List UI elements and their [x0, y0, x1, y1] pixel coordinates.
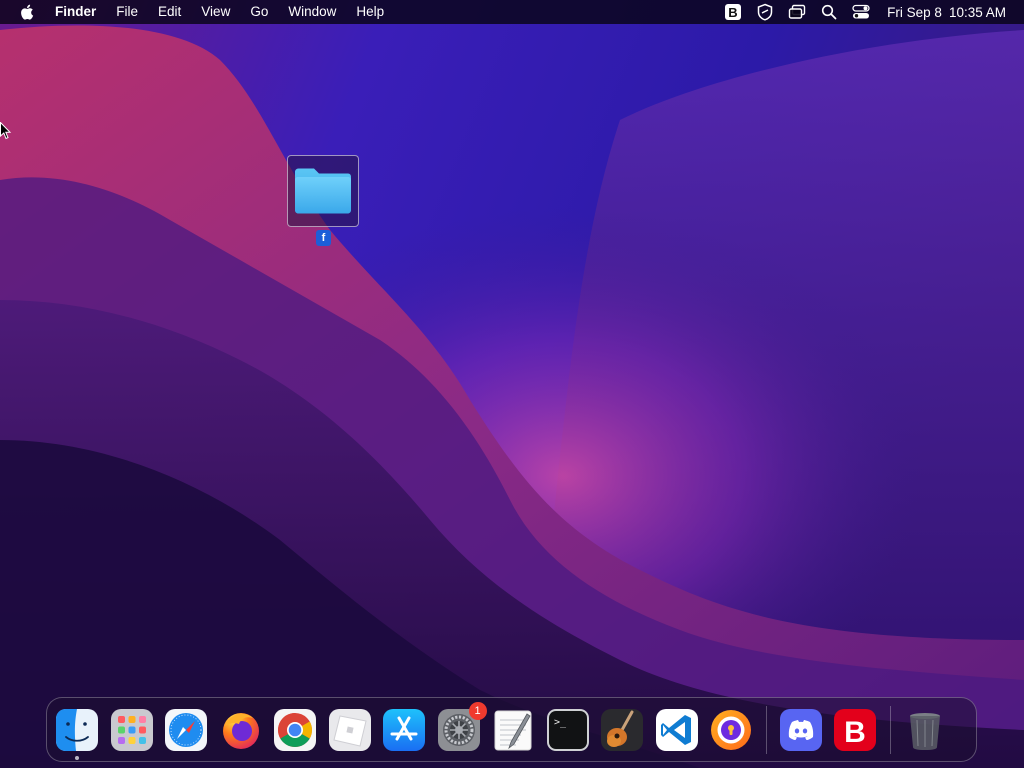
dock-separator: [765, 705, 767, 754]
dock-terminal[interactable]: >_: [546, 708, 590, 752]
dock-avast-browser[interactable]: [709, 708, 753, 752]
clock-date: Fri Sep 8: [887, 4, 942, 20]
dock-safari[interactable]: [164, 708, 208, 752]
menu-bar: Finder File Edit View Go Window Help B F…: [0, 0, 1024, 24]
discord-icon: [779, 708, 822, 751]
avast-browser-icon: [711, 709, 751, 750]
dock-finder[interactable]: [55, 708, 99, 760]
dock-textedit[interactable]: [491, 708, 535, 752]
menu-bar-clock[interactable]: Fri Sep 8 10:35 AM: [887, 5, 1006, 20]
clock-time: 10:35 AM: [948, 4, 1006, 20]
dock-firefox[interactable]: [219, 708, 263, 752]
svg-text:B: B: [844, 716, 866, 749]
apple-logo-icon[interactable]: [19, 4, 35, 20]
screen-mirroring-icon[interactable]: [788, 3, 806, 21]
bitdefender-icon: B: [834, 708, 876, 751]
menu-view[interactable]: View: [191, 0, 240, 24]
bitwarden-b-icon[interactable]: B: [724, 3, 742, 21]
menu-window[interactable]: Window: [278, 0, 346, 24]
dock-trash[interactable]: [903, 708, 947, 752]
safari-icon: [165, 708, 207, 751]
desktop-folder-label[interactable]: f: [316, 230, 331, 246]
roblox-icon: [328, 708, 371, 751]
desktop-folder[interactable]: [287, 155, 359, 227]
firefox-icon: [222, 712, 259, 749]
dock-separator-trash: [889, 705, 891, 754]
system-preferences-badge: 1: [468, 701, 487, 720]
dock-discord[interactable]: [779, 708, 823, 752]
dock-launchpad[interactable]: [110, 708, 154, 752]
control-center-icon[interactable]: [852, 3, 870, 21]
app-store-icon: [383, 708, 425, 751]
dock-chrome[interactable]: [273, 708, 317, 752]
finder-icon: [56, 708, 98, 751]
mouse-cursor-icon: [0, 122, 12, 140]
spotlight-search-icon[interactable]: [820, 3, 838, 21]
vpn-shield-icon[interactable]: [756, 3, 774, 21]
vscode-icon: [655, 708, 698, 751]
folder-icon: [295, 168, 351, 214]
menu-file[interactable]: File: [106, 0, 148, 24]
dock-roblox[interactable]: [328, 708, 372, 752]
menu-go[interactable]: Go: [240, 0, 278, 24]
launchpad-icon: [110, 708, 153, 751]
dock-bitdefender[interactable]: B: [833, 708, 877, 752]
garageband-icon: [601, 708, 643, 751]
terminal-icon: >_: [546, 708, 589, 751]
finder-running-indicator: [75, 755, 79, 760]
trash-icon: [909, 712, 940, 750]
svg-text:>_: >_: [554, 717, 567, 728]
textedit-icon: [494, 710, 532, 750]
dock-system-preferences[interactable]: 1: [437, 701, 487, 752]
menu-edit[interactable]: Edit: [148, 0, 191, 24]
menu-help[interactable]: Help: [346, 0, 394, 24]
dock-vscode[interactable]: [655, 708, 699, 752]
svg-text:B: B: [728, 5, 737, 20]
dock: 1 >_ B: [46, 697, 977, 762]
dock-app-store[interactable]: [382, 708, 426, 752]
desktop[interactable]: Finder File Edit View Go Window Help B F…: [0, 0, 1024, 768]
wallpaper: [0, 0, 1024, 768]
menu-app-name[interactable]: Finder: [47, 0, 106, 24]
dock-garageband[interactable]: [600, 708, 644, 752]
chrome-icon: [274, 708, 316, 751]
